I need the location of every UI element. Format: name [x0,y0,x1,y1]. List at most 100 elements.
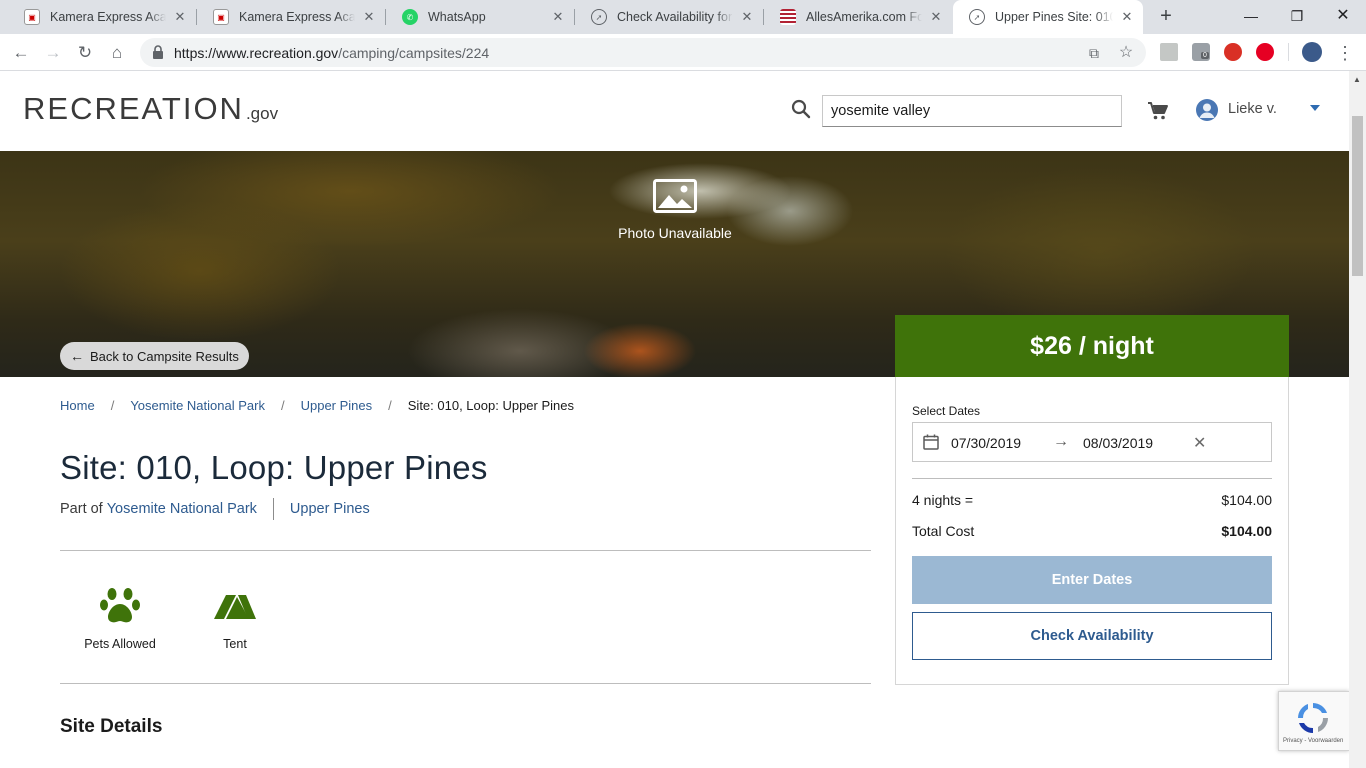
compass-icon: ➚ [969,9,985,25]
browser-tab[interactable]: ▣ Kamera Express Academy ✕ [8,0,196,34]
date-range-picker[interactable]: 07/30/2019 → 08/03/2019 ✕ [912,422,1272,462]
scroll-up-icon[interactable]: ▲ [1353,75,1361,84]
star-icon[interactable]: ☆ [1118,45,1134,61]
breadcrumb-home[interactable]: Home [60,398,95,413]
kamera-express-icon: ▣ [213,9,229,25]
arrow-right-icon: → [1053,433,1069,450]
site-header: RECREATION .gov Lieke v. [0,71,1349,151]
section-divider [60,550,871,551]
address-bar[interactable]: https://www.recreation.gov/camping/camps… [140,38,1146,67]
lock-icon [153,45,163,59]
user-name[interactable]: Lieke v. [1228,101,1277,117]
tent-icon [214,595,256,619]
browser-tab[interactable]: ▣ Kamera Express Academy ✕ [197,0,385,34]
whatsapp-icon: ✆ [402,9,418,25]
campground-link[interactable]: Upper Pines [290,501,370,517]
user-icon [1199,103,1215,118]
minimize-button[interactable]: — [1228,0,1274,34]
scrollbar-thumb[interactable] [1352,116,1363,276]
total-label: Total Cost [912,523,975,539]
forward-arrow-icon[interactable]: → [40,40,66,66]
browser-tab[interactable]: ➚ Check Availability for N ✕ [575,0,763,34]
browser-toolbar: ← → ↻ ⌂ https://www.recreation.gov/campi… [0,34,1366,71]
check-availability-button[interactable]: Check Availability [912,612,1272,660]
page-title: Site: 010, Loop: Upper Pines [60,449,488,486]
kamera-express-icon: ▣ [24,9,40,25]
breadcrumb-campground[interactable]: Upper Pines [301,398,373,413]
amenity-tent: Tent [200,585,270,651]
menu-dots-icon[interactable]: ⋮ [1332,40,1358,66]
search-input[interactable] [822,95,1122,127]
translate-icon[interactable]: ⧉ [1086,45,1102,61]
close-icon[interactable]: ✕ [928,9,944,25]
url-text: https://www.recreation.gov/camping/camps… [174,45,489,61]
toolbar-divider [1288,43,1289,61]
restore-button[interactable]: ❐ [1274,0,1320,34]
breadcrumb: Home / Yosemite National Park / Upper Pi… [60,398,574,413]
pinterest-icon[interactable] [1256,43,1274,61]
image-placeholder-icon [653,179,697,213]
total-row: Total Cost $104.00 [912,523,1272,539]
window-close-button[interactable]: ✕ [1320,0,1366,34]
home-icon[interactable]: ⌂ [104,40,130,66]
browser-tab-active[interactable]: ➚ Upper Pines Site: 010, L ✕ [953,0,1143,34]
breadcrumb-separator: / [110,398,115,413]
total-value: $104.00 [1221,523,1272,539]
start-date-input[interactable]: 07/30/2019 [951,435,1021,451]
close-icon[interactable]: ✕ [739,9,755,25]
logo-wordmark: RECREATION [23,91,244,126]
recaptcha-badge[interactable]: Privacy - Voorwaarden [1278,691,1349,751]
profile-avatar[interactable] [1302,42,1322,62]
chevron-down-icon[interactable] [1310,105,1320,111]
back-arrow-icon[interactable]: ← [8,40,34,66]
close-icon[interactable]: ✕ [361,9,377,25]
browser-tabstrip: ▣ Kamera Express Academy ✕ ▣ Kamera Expr… [0,0,1366,34]
clear-dates-icon[interactable]: ✕ [1193,433,1206,453]
amenity-label: Pets Allowed [84,637,156,651]
recaptcha-text: Privacy - Voorwaarden [1283,738,1344,744]
back-button-label: Back to Campsite Results [90,348,239,364]
nights-value: $104.00 [1221,492,1272,508]
calendar-icon [923,434,939,450]
amenity-pets: Pets Allowed [80,585,160,651]
booking-card: $26 / night Select Dates 07/30/2019 → 08… [895,315,1289,685]
arrow-left-icon: ← [70,348,84,364]
card-divider [912,478,1272,479]
breadcrumb-park[interactable]: Yosemite National Park [130,398,265,413]
amenity-label: Tent [223,637,247,651]
user-avatar[interactable] [1196,99,1218,121]
section-divider [60,683,871,684]
back-to-results-button[interactable]: ← Back to Campsite Results [60,342,249,370]
page-viewport: RECREATION .gov Lieke v. Phot [0,71,1349,768]
breadcrumb-current: Site: 010, Loop: Upper Pines [407,398,574,413]
cart-icon[interactable] [1147,101,1169,121]
extension-icon[interactable]: 0 [1192,43,1210,61]
close-icon[interactable]: ✕ [172,9,188,25]
part-of-line: Part of Yosemite National Park Upper Pin… [60,498,370,520]
nights-label: 4 nights = [912,492,974,508]
recreation-logo[interactable]: RECREATION .gov [23,93,278,125]
browser-tab[interactable]: AllesAmerika.com Forum ✕ [764,0,952,34]
nights-row: 4 nights = $104.00 [912,492,1272,508]
park-link[interactable]: Yosemite National Park [107,501,257,517]
adblock-icon[interactable] [1224,43,1242,61]
close-icon[interactable]: ✕ [550,9,566,25]
us-flag-icon [780,9,796,25]
photo-unavailable-text: Photo Unavailable [618,225,732,241]
close-icon[interactable]: ✕ [1119,9,1135,25]
recaptcha-icon [1298,703,1328,733]
reload-icon[interactable]: ↻ [72,40,98,66]
url-path: /camping/campsites/224 [338,45,490,61]
logo-suffix: .gov [245,104,279,123]
price-banner: $26 / night [895,315,1289,377]
enter-dates-button[interactable]: Enter Dates [912,556,1272,604]
page-scrollbar[interactable]: ▲ [1349,71,1366,768]
select-dates-label: Select Dates [912,404,981,418]
browser-tab[interactable]: ✆ WhatsApp ✕ [386,0,574,34]
url-host: https://www.recreation.gov [174,45,339,61]
compass-icon: ➚ [591,9,607,25]
drive-extension-icon[interactable] [1160,43,1178,61]
new-tab-button[interactable]: + [1154,4,1178,28]
end-date-input[interactable]: 08/03/2019 [1083,435,1153,451]
search-icon[interactable] [791,99,811,119]
